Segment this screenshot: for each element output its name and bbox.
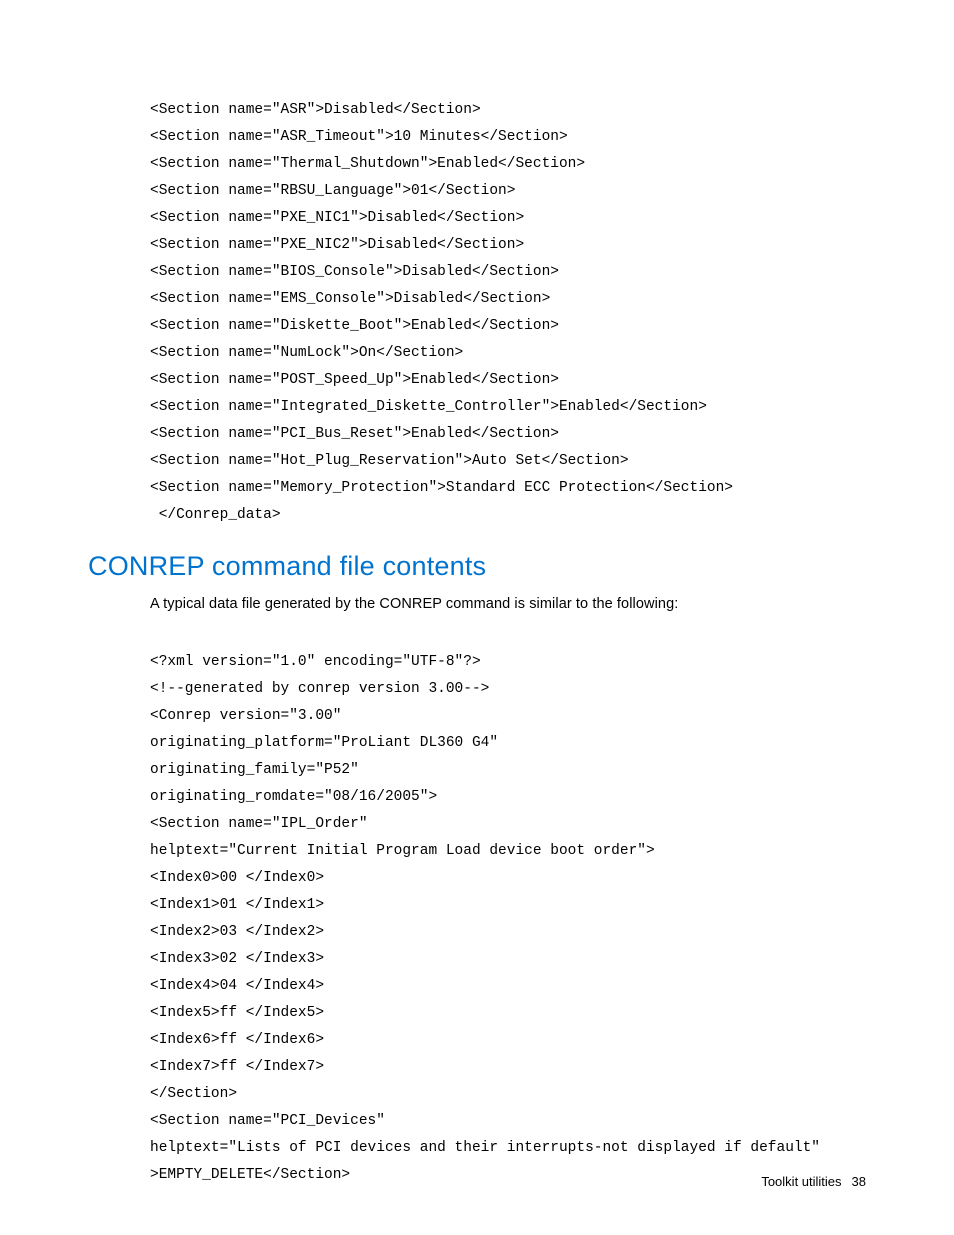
code-line: <Index5>ff </Index5>: [150, 1005, 324, 1021]
page-number: 38: [852, 1174, 866, 1189]
code-line: <Section name="ASR">Disabled</Section>: [150, 102, 481, 118]
code-line: <Section name="Hot_Plug_Reservation">Aut…: [150, 453, 629, 469]
code-line: <Section name="BIOS_Console">Disabled</S…: [150, 264, 559, 280]
code-line: <Section name="RBSU_Language">01</Sectio…: [150, 183, 515, 199]
code-line: <Index3>02 </Index3>: [150, 951, 324, 967]
code-line: helptext="Lists of PCI devices and their…: [150, 1140, 820, 1156]
code-line: <Section name="Memory_Protection">Standa…: [150, 480, 733, 496]
code-line: >EMPTY_DELETE</Section>: [150, 1167, 350, 1183]
section-heading: CONREP command file contents: [88, 551, 866, 582]
page-content: <Section name="ASR">Disabled</Section> <…: [0, 0, 954, 1189]
code-line: <!--generated by conrep version 3.00-->: [150, 681, 489, 697]
code-line: <Index1>01 </Index1>: [150, 897, 324, 913]
code-line: helptext="Current Initial Program Load d…: [150, 843, 655, 859]
code-line: <Index6>ff </Index6>: [150, 1032, 324, 1048]
footer-label: Toolkit utilities: [761, 1174, 841, 1189]
code-line: <Section name="PCI_Devices": [150, 1113, 385, 1129]
code-line: <Section name="IPL_Order": [150, 816, 368, 832]
code-line: originating_romdate="08/16/2005">: [150, 789, 437, 805]
code-line: <Section name="PXE_NIC2">Disabled</Secti…: [150, 237, 524, 253]
code-line: <Index7>ff </Index7>: [150, 1059, 324, 1075]
code-line: <?xml version="1.0" encoding="UTF-8"?>: [150, 654, 481, 670]
code-line: <Section name="Diskette_Boot">Enabled</S…: [150, 318, 559, 334]
code-line: <Section name="NumLock">On</Section>: [150, 345, 463, 361]
code-line: <Section name="POST_Speed_Up">Enabled</S…: [150, 372, 559, 388]
code-line: <Section name="EMS_Console">Disabled</Se…: [150, 291, 550, 307]
code-line: <Section name="Thermal_Shutdown">Enabled…: [150, 156, 585, 172]
intro-paragraph: A typical data file generated by the CON…: [150, 596, 866, 612]
code-line: </Section>: [150, 1086, 237, 1102]
page-footer: Toolkit utilities 38: [761, 1174, 866, 1189]
code-block-bottom: <?xml version="1.0" encoding="UTF-8"?> <…: [150, 622, 866, 1189]
code-line: originating_family="P52": [150, 762, 359, 778]
code-line: originating_platform="ProLiant DL360 G4": [150, 735, 498, 751]
code-line: <Index2>03 </Index2>: [150, 924, 324, 940]
code-line: <Index0>00 </Index0>: [150, 870, 324, 886]
code-line: <Conrep version="3.00": [150, 708, 341, 724]
code-line: <Section name="PXE_NIC1">Disabled</Secti…: [150, 210, 524, 226]
code-line: <Section name="Integrated_Diskette_Contr…: [150, 399, 707, 415]
code-line: <Section name="ASR_Timeout">10 Minutes</…: [150, 129, 568, 145]
code-line: </Conrep_data>: [150, 507, 281, 523]
code-block-top: <Section name="ASR">Disabled</Section> <…: [150, 70, 866, 529]
code-line: <Section name="PCI_Bus_Reset">Enabled</S…: [150, 426, 559, 442]
code-line: <Index4>04 </Index4>: [150, 978, 324, 994]
